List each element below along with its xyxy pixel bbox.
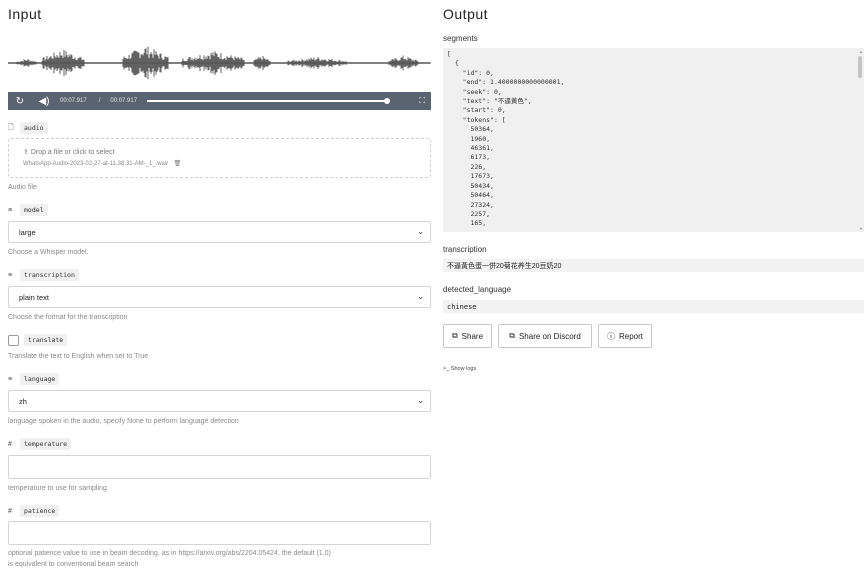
language-label-text: language [20,373,60,385]
chevron-down-icon: ⌄ [417,227,424,236]
share-discord-button[interactable]: ⧉ Share on Discord [498,324,592,348]
model-select[interactable]: large ⌄ [8,221,431,243]
copy-icon: ⧉ [451,331,458,340]
list-icon: ≡ [8,271,13,279]
transcription-output: 不逼黃色蛋一併20菊花养生20豆奶20 [443,259,864,272]
patience-input[interactable] [8,521,431,545]
model-select-value: large [19,227,36,237]
list-icon: ≡ [8,375,13,383]
hash-icon: # [8,440,12,448]
input-title: Input [8,6,42,22]
upload-icon: ⇪ [23,149,31,156]
file-icon: 🗋 [8,123,14,131]
transcription-label: ≡ transcription [8,269,79,281]
audio-player-controls: ↻ ◀) 00:07.917 / 00:07.917 ⛶ [8,92,431,110]
patience-hint: optional patience value to use in beam d… [8,550,331,557]
player-seek-knob[interactable] [384,98,391,104]
translate-label: translate [24,334,68,346]
temperature-label-text: temperature [20,438,72,450]
transcription-label-text: transcription [20,269,79,281]
scrollbar-up-arrow[interactable]: ▲ [859,49,863,54]
share-button[interactable]: ⧉ Share [443,324,492,348]
transcription-select[interactable]: plain text ⌄ [8,286,431,308]
patience-hint-line2: is equivalent to conventional beam searc… [8,561,139,568]
segments-json-view[interactable]: [ { "id": 0, "end": 1.4000000000000001, … [443,48,864,232]
trash-icon[interactable]: 🗑 [174,161,182,167]
language-hint: language spoken in the audio, specify No… [8,418,239,425]
list-icon: ≡ [8,206,13,214]
share-discord-button-label: Share on Discord [518,331,581,341]
segments-label: segments [443,34,478,43]
copy-icon: ⧉ [509,331,515,340]
player-time-separator: / [98,98,101,104]
transcription-output-label: transcription [443,245,487,254]
output-title: Output [443,6,489,22]
audio-label-text: audio [20,122,48,134]
audio-file-name: WhatsApp-Audio-2023-02-27-at-11.38.31-AM… [23,160,181,167]
report-icon: ⓘ [606,331,615,341]
report-button-label: Report [618,331,643,341]
player-seek-fill [147,100,388,102]
output-panel: Output segments [ { "id": 0, "end": 1.40… [443,0,864,572]
replay-icon[interactable]: ↻ [12,96,28,107]
patience-label: # patience [8,505,60,517]
chevron-down-icon: ⌄ [417,396,424,405]
model-label-text: model [20,204,48,216]
player-duration: 00:07.917 [110,98,138,104]
terminal-icon: >_ [443,366,451,372]
translate-checkbox[interactable] [8,335,19,346]
hash-icon: # [8,507,12,515]
language-label: ≡ language [8,373,60,385]
chevron-down-icon: ⌄ [417,292,424,301]
temperature-hint: temperature to use for sampling [8,485,107,492]
player-seek-slider[interactable] [147,98,391,104]
volume-icon[interactable]: ◀) [36,96,52,107]
transcription-select-value: plain text [19,292,50,302]
audio-hint: Audio file [8,184,37,191]
player-current-time: 00:07.917 [60,98,87,104]
segments-json-text: [ { "id": 0, "end": 1.4000000000000001, … [447,50,565,228]
audio-waveform[interactable] [7,30,431,92]
temperature-input[interactable] [8,455,431,479]
show-logs-label: Show logs [450,366,477,372]
translate-hint: Translate the text to English when set t… [8,353,149,360]
fullscreen-icon[interactable]: ⛶ [419,96,425,106]
detected-language-label: detected_language [443,285,512,294]
file-name-text: WhatsApp-Audio-2023-02-27-at-11.38.31-AM… [23,161,168,167]
patience-label-text: patience [20,505,60,517]
language-select[interactable]: zh ⌄ [8,390,431,412]
temperature-label: # temperature [8,438,72,450]
audio-dropzone[interactable]: ⇪ Drop a file or click to select WhatsAp… [8,138,431,178]
model-hint: Choose a Whisper model. [8,249,89,256]
detected-language-output: chinese [443,300,864,313]
translate-label-text: translate [24,334,68,346]
transcription-hint: Choose the format for the transcription [8,314,128,321]
show-logs-link[interactable]: >_ Show logs [443,366,476,372]
report-button[interactable]: ⓘ Report [598,324,652,348]
share-button-label: Share [461,331,484,341]
audio-label: 🗋 audio [8,122,48,134]
scrollbar-down-arrow[interactable]: ▼ [859,226,863,231]
model-label: ≡ model [8,204,48,216]
segments-scrollbar[interactable] [858,56,862,78]
input-panel: Input ↻ ◀) 00:07.917 / 00:07.917 ⛶ 🗋 aud… [7,0,431,572]
language-select-value: zh [19,396,27,406]
dropzone-text: ⇪ Drop a file or click to select [23,148,114,156]
dropzone-label: Drop a file or click to select [30,149,115,156]
